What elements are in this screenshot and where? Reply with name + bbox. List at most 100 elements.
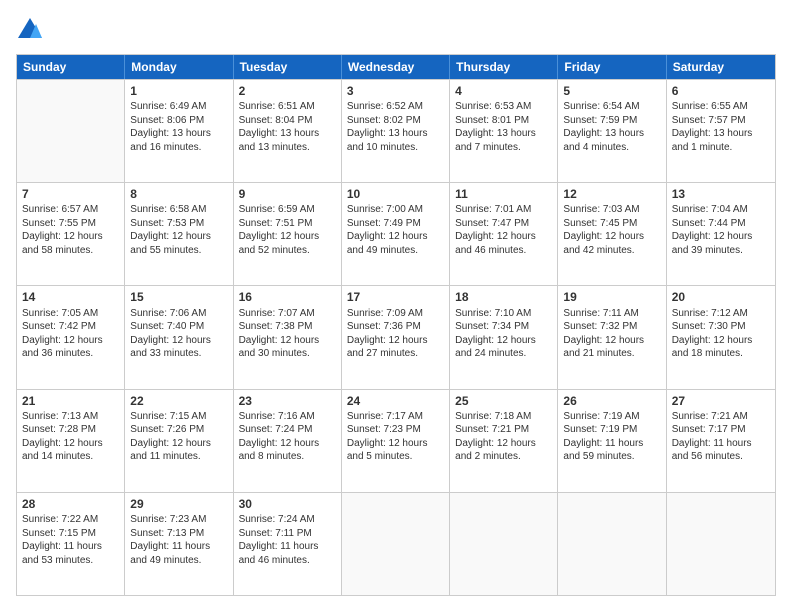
calendar-day-13: 13Sunrise: 7:04 AMSunset: 7:44 PMDayligh… (667, 183, 775, 285)
day-detail: Sunset: 7:42 PM (22, 320, 119, 334)
day-detail: Sunset: 7:28 PM (22, 423, 119, 437)
day-detail: Daylight: 11 hours (672, 437, 770, 451)
day-detail: Sunrise: 7:22 AM (22, 513, 119, 527)
day-detail: Daylight: 11 hours (130, 540, 227, 554)
calendar-day-empty (558, 493, 666, 595)
day-detail: and 49 minutes. (347, 244, 444, 258)
day-detail: Sunrise: 7:03 AM (563, 203, 660, 217)
day-number: 7 (22, 186, 119, 202)
calendar-day-21: 21Sunrise: 7:13 AMSunset: 7:28 PMDayligh… (17, 390, 125, 492)
calendar-day-8: 8Sunrise: 6:58 AMSunset: 7:53 PMDaylight… (125, 183, 233, 285)
day-detail: Sunrise: 7:18 AM (455, 410, 552, 424)
cal-header-monday: Monday (125, 55, 233, 79)
day-detail: Sunset: 7:59 PM (563, 114, 660, 128)
calendar-row-1: 1Sunrise: 6:49 AMSunset: 8:06 PMDaylight… (17, 79, 775, 182)
day-number: 4 (455, 83, 552, 99)
day-detail: Daylight: 13 hours (347, 127, 444, 141)
day-number: 1 (130, 83, 227, 99)
day-detail: Daylight: 13 hours (239, 127, 336, 141)
calendar-day-20: 20Sunrise: 7:12 AMSunset: 7:30 PMDayligh… (667, 286, 775, 388)
day-number: 21 (22, 393, 119, 409)
day-number: 13 (672, 186, 770, 202)
day-detail: Sunrise: 6:52 AM (347, 100, 444, 114)
day-detail: Sunrise: 7:10 AM (455, 307, 552, 321)
calendar-day-17: 17Sunrise: 7:09 AMSunset: 7:36 PMDayligh… (342, 286, 450, 388)
day-detail: Daylight: 12 hours (22, 230, 119, 244)
calendar-day-1: 1Sunrise: 6:49 AMSunset: 8:06 PMDaylight… (125, 80, 233, 182)
cal-header-friday: Friday (558, 55, 666, 79)
day-detail: and 55 minutes. (130, 244, 227, 258)
day-detail: Sunrise: 7:12 AM (672, 307, 770, 321)
day-number: 11 (455, 186, 552, 202)
calendar-day-5: 5Sunrise: 6:54 AMSunset: 7:59 PMDaylight… (558, 80, 666, 182)
day-detail: and 18 minutes. (672, 347, 770, 361)
day-detail: Sunset: 7:24 PM (239, 423, 336, 437)
calendar-day-empty (17, 80, 125, 182)
calendar-day-28: 28Sunrise: 7:22 AMSunset: 7:15 PMDayligh… (17, 493, 125, 595)
calendar-day-7: 7Sunrise: 6:57 AMSunset: 7:55 PMDaylight… (17, 183, 125, 285)
day-number: 20 (672, 289, 770, 305)
day-detail: Daylight: 12 hours (672, 230, 770, 244)
day-detail: Daylight: 13 hours (672, 127, 770, 141)
day-detail: Daylight: 12 hours (455, 230, 552, 244)
day-detail: and 36 minutes. (22, 347, 119, 361)
calendar-row-4: 21Sunrise: 7:13 AMSunset: 7:28 PMDayligh… (17, 389, 775, 492)
day-detail: Sunset: 7:40 PM (130, 320, 227, 334)
day-detail: Sunrise: 6:49 AM (130, 100, 227, 114)
day-detail: Daylight: 12 hours (22, 437, 119, 451)
day-detail: Sunrise: 7:09 AM (347, 307, 444, 321)
day-detail: Sunset: 7:30 PM (672, 320, 770, 334)
day-detail: and 46 minutes. (455, 244, 552, 258)
day-detail: Sunset: 7:26 PM (130, 423, 227, 437)
day-detail: Daylight: 12 hours (130, 230, 227, 244)
calendar-body: 1Sunrise: 6:49 AMSunset: 8:06 PMDaylight… (17, 79, 775, 595)
calendar-day-empty (450, 493, 558, 595)
calendar-day-14: 14Sunrise: 7:05 AMSunset: 7:42 PMDayligh… (17, 286, 125, 388)
calendar-day-19: 19Sunrise: 7:11 AMSunset: 7:32 PMDayligh… (558, 286, 666, 388)
day-detail: and 59 minutes. (563, 450, 660, 464)
day-detail: and 10 minutes. (347, 141, 444, 155)
calendar-day-25: 25Sunrise: 7:18 AMSunset: 7:21 PMDayligh… (450, 390, 558, 492)
day-detail: Sunrise: 6:54 AM (563, 100, 660, 114)
calendar-day-16: 16Sunrise: 7:07 AMSunset: 7:38 PMDayligh… (234, 286, 342, 388)
day-detail: and 42 minutes. (563, 244, 660, 258)
calendar-day-15: 15Sunrise: 7:06 AMSunset: 7:40 PMDayligh… (125, 286, 233, 388)
day-detail: Daylight: 11 hours (563, 437, 660, 451)
day-detail: Daylight: 12 hours (130, 334, 227, 348)
day-detail: and 2 minutes. (455, 450, 552, 464)
calendar: SundayMondayTuesdayWednesdayThursdayFrid… (16, 54, 776, 596)
day-number: 19 (563, 289, 660, 305)
day-detail: Daylight: 12 hours (347, 437, 444, 451)
day-number: 16 (239, 289, 336, 305)
day-detail: Sunrise: 6:58 AM (130, 203, 227, 217)
day-detail: Sunrise: 7:11 AM (563, 307, 660, 321)
cal-header-thursday: Thursday (450, 55, 558, 79)
day-detail: Sunrise: 6:57 AM (22, 203, 119, 217)
day-number: 24 (347, 393, 444, 409)
day-detail: Daylight: 12 hours (347, 334, 444, 348)
day-detail: and 13 minutes. (239, 141, 336, 155)
day-detail: Daylight: 12 hours (239, 437, 336, 451)
day-detail: Sunset: 7:55 PM (22, 217, 119, 231)
day-number: 25 (455, 393, 552, 409)
day-detail: and 21 minutes. (563, 347, 660, 361)
day-detail: Sunrise: 7:16 AM (239, 410, 336, 424)
day-detail: Daylight: 12 hours (455, 334, 552, 348)
day-number: 23 (239, 393, 336, 409)
calendar-day-11: 11Sunrise: 7:01 AMSunset: 7:47 PMDayligh… (450, 183, 558, 285)
day-detail: Sunrise: 7:07 AM (239, 307, 336, 321)
day-detail: Sunset: 7:51 PM (239, 217, 336, 231)
calendar-day-22: 22Sunrise: 7:15 AMSunset: 7:26 PMDayligh… (125, 390, 233, 492)
day-number: 29 (130, 496, 227, 512)
day-detail: Daylight: 12 hours (22, 334, 119, 348)
day-detail: Daylight: 12 hours (239, 230, 336, 244)
day-detail: Daylight: 11 hours (239, 540, 336, 554)
calendar-row-5: 28Sunrise: 7:22 AMSunset: 7:15 PMDayligh… (17, 492, 775, 595)
day-detail: and 14 minutes. (22, 450, 119, 464)
day-detail: Sunrise: 6:55 AM (672, 100, 770, 114)
day-detail: Daylight: 12 hours (455, 437, 552, 451)
day-detail: Sunrise: 7:05 AM (22, 307, 119, 321)
day-detail: Daylight: 12 hours (347, 230, 444, 244)
day-detail: Sunset: 7:13 PM (130, 527, 227, 541)
day-detail: and 56 minutes. (672, 450, 770, 464)
